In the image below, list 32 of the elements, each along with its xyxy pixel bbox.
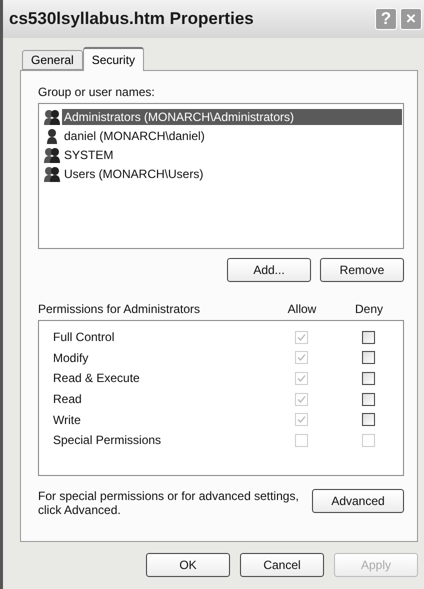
dialog-button[interactable]: OK [146, 553, 230, 577]
checkbox[interactable] [362, 351, 374, 364]
user-group-icon [44, 108, 60, 124]
permission-name: Read [53, 392, 83, 406]
dialog-button[interactable]: Add... [227, 258, 311, 282]
column-header: Allow [286, 302, 318, 316]
list-item[interactable]: daniel (MONARCH\daniel) [62, 128, 207, 144]
tab[interactable]: General [22, 50, 83, 70]
column-header: Deny [354, 302, 384, 316]
checkbox[interactable] [362, 413, 374, 426]
advanced-button[interactable]: Advanced [312, 489, 404, 513]
section-label: Group or user names: [38, 85, 156, 99]
permission-name: Read & Execute [53, 371, 141, 386]
dialog-button[interactable]: Cancel [240, 553, 324, 577]
list-item[interactable]: Administrators (MONARCH\Administrators) [62, 108, 402, 124]
permission-name: Full Control [53, 330, 116, 344]
tab[interactable]: Security [82, 47, 144, 71]
hint-text: For special permissions or for advanced settings, click Advanced. [38, 489, 300, 517]
section-label: Permissions for Administrators [38, 302, 202, 316]
user-group-icon [44, 146, 60, 162]
list-item[interactable]: Users (MONARCH\Users) [62, 166, 206, 182]
window-title: cs530lsyllabus.htm Properties [9, 9, 255, 29]
user-icon [44, 128, 60, 144]
user-group-icon [44, 166, 60, 182]
checkbox[interactable] [362, 372, 374, 385]
permission-name: Write [53, 412, 82, 427]
checkbox[interactable] [362, 330, 374, 344]
permission-name: Modify [53, 350, 90, 365]
permission-name: Special Permissions [53, 433, 162, 448]
dialog-button[interactable]: Remove [320, 258, 404, 282]
checkbox[interactable] [362, 392, 374, 406]
list-item[interactable]: SYSTEM [62, 146, 116, 162]
